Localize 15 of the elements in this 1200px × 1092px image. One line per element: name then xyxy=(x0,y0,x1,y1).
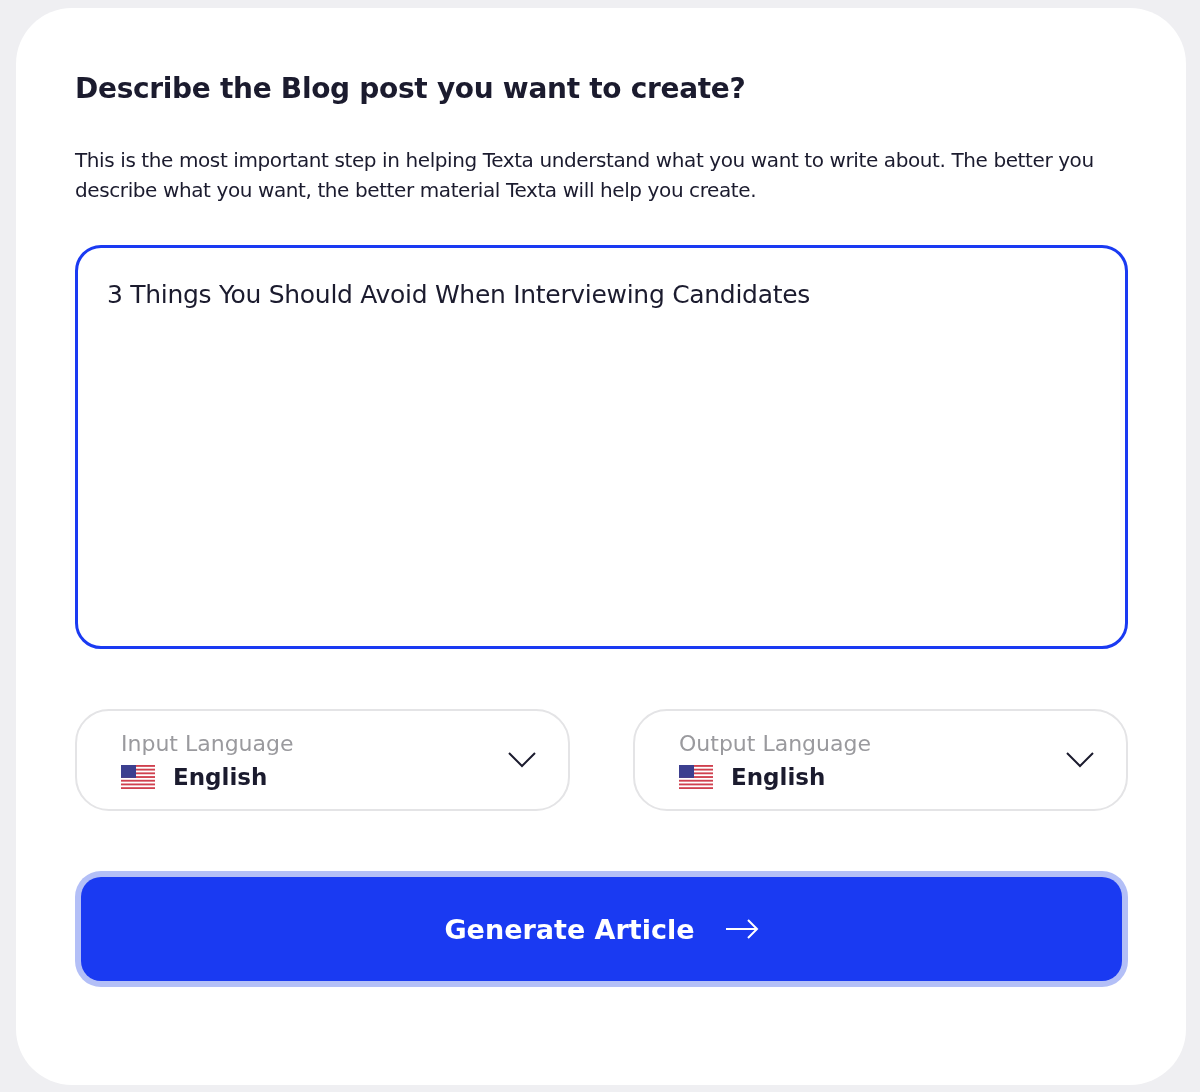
select-value: English xyxy=(173,763,268,790)
description-field[interactable]: 3 Things You Should Avoid When Interviewing Candidates xyxy=(75,245,1128,649)
chevron-down-icon xyxy=(1066,752,1094,768)
flag-icon xyxy=(679,764,713,789)
arrow-right-icon xyxy=(724,919,759,939)
language-select[interactable]: Input Language English xyxy=(75,709,570,811)
select-label: Input Language xyxy=(121,730,294,756)
language-select[interactable]: Output Language English xyxy=(633,709,1128,811)
intro-text: This is the most important step in helping Texta understand what you want to write about. The better you describe what you want, the better material Texta will help you create. xyxy=(75,147,1095,204)
chevron-down-icon xyxy=(508,752,536,768)
form-heading: Describe the Blog post you want to create? xyxy=(75,72,747,105)
select-label: Output Language xyxy=(679,730,871,756)
generate-article-button[interactable]: Generate Article xyxy=(81,877,1122,981)
select-value: English xyxy=(731,763,826,790)
flag-icon xyxy=(121,764,155,789)
